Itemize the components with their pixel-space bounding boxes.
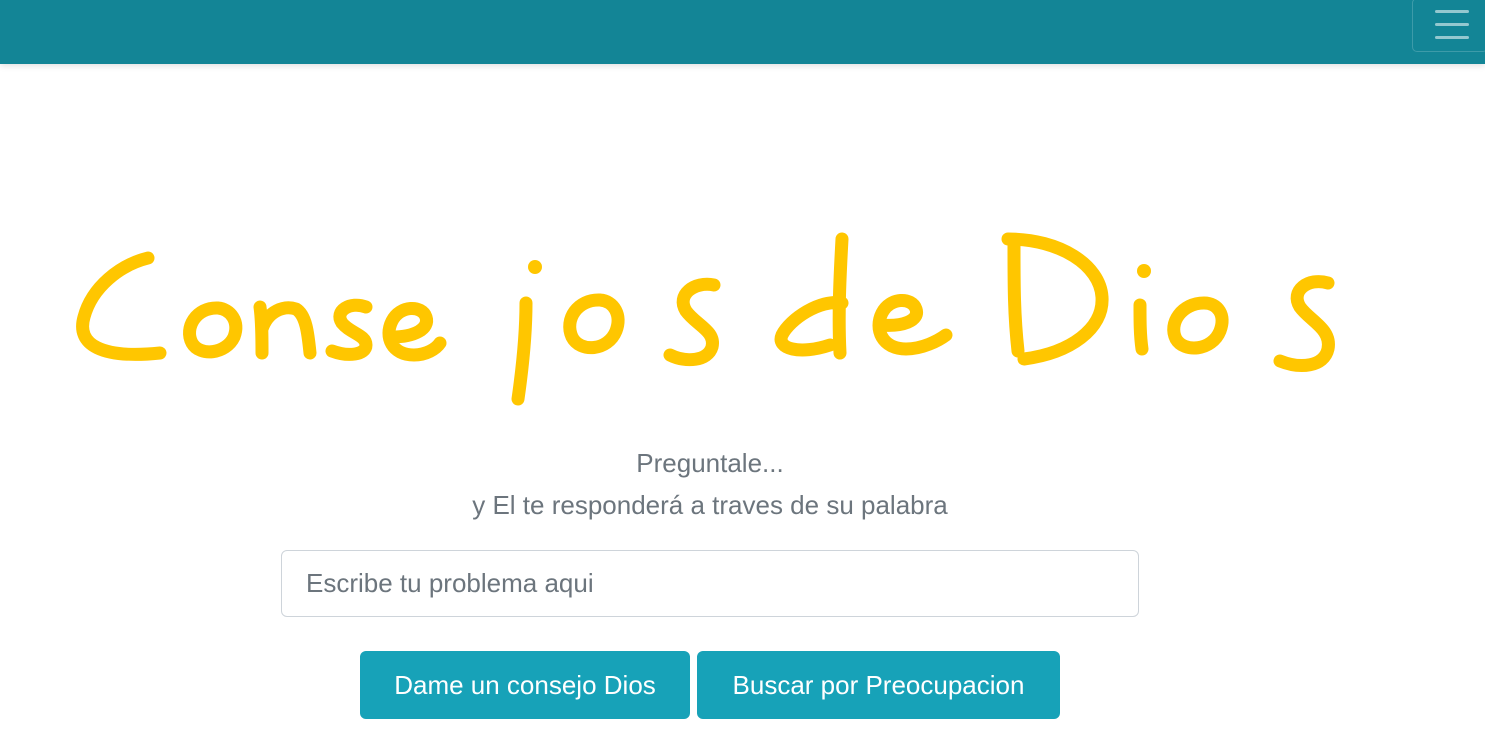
hamburger-menu-icon <box>1435 10 1469 40</box>
navbar-toggler-button[interactable] <box>1412 0 1485 52</box>
consejos-de-dios-logo <box>76 232 1335 406</box>
give-advice-button[interactable]: Dame un consejo Dios <box>360 651 690 719</box>
top-navbar <box>0 0 1485 64</box>
problem-search-input[interactable] <box>281 550 1139 617</box>
search-by-concern-button[interactable]: Buscar por Preocupacion <box>697 651 1060 719</box>
tagline-answer: y El te responderá a traves de su palabr… <box>472 490 948 520</box>
tagline-ask: Preguntale... <box>636 448 784 478</box>
